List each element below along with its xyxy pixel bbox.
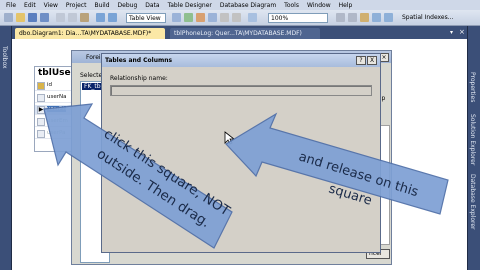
annotation-arrows: click this square, NOT outside. Then dra… xyxy=(43,103,449,249)
